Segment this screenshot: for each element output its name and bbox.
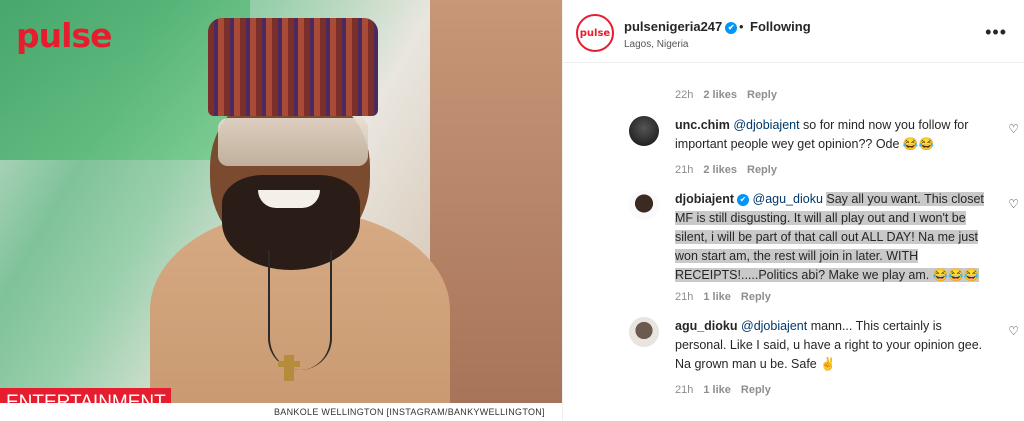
reply-button[interactable]: Reply xyxy=(747,164,777,176)
comment-username[interactable]: agu_dioku xyxy=(675,319,738,333)
verified-badge-icon: ✔ xyxy=(725,22,738,34)
category-label: ENTERTAINMENT xyxy=(0,388,171,403)
avatar[interactable] xyxy=(629,116,659,146)
comment-time: 21h xyxy=(675,291,694,303)
comment-likes[interactable]: 1 like xyxy=(703,384,731,396)
photo-caption: BANKOLE WELLINGTON [INSTAGRAM/BANKYWELLI… xyxy=(274,407,545,417)
mention-link[interactable]: @agu_dioku xyxy=(753,192,823,206)
post-header: pulse pulsenigeria247 ✔ • Following Lagos… xyxy=(563,0,1024,63)
reply-button[interactable]: Reply xyxy=(747,89,777,101)
comments-panel: pulse pulsenigeria247 ✔ • Following Lagos… xyxy=(562,0,1024,421)
more-options-icon[interactable]: ••• xyxy=(985,22,1007,43)
avatar[interactable] xyxy=(629,190,659,220)
sunglasses xyxy=(218,118,368,166)
comment-text: djobiajent ✔ @agu_dioku Say all you want.… xyxy=(675,190,995,285)
avatar[interactable] xyxy=(629,317,659,347)
heart-icon[interactable]: ♡ xyxy=(1008,122,1019,136)
heart-icon[interactable]: ♡ xyxy=(1008,324,1019,338)
necklace-chain xyxy=(268,250,332,370)
comment-meta: 21h 2 likes Reply xyxy=(675,164,777,176)
comment-meta: 21h 1 like Reply xyxy=(675,291,771,303)
comment-text: unc.chim @djobiajent so for mind now you… xyxy=(675,116,995,154)
heart-icon[interactable]: ♡ xyxy=(1008,197,1019,211)
username-text[interactable]: pulsenigeria247 xyxy=(624,19,722,34)
pulse-logo: pulse xyxy=(16,16,112,55)
account-username[interactable]: pulsenigeria247 ✔ xyxy=(624,19,738,34)
comment-meta: 22h 2 likes Reply xyxy=(675,89,777,101)
mention-link[interactable]: @djobiajent xyxy=(741,319,807,333)
person-cap xyxy=(208,18,378,116)
mention-link[interactable]: @djobiajent xyxy=(733,118,799,132)
avatar-text: pulse xyxy=(579,27,611,39)
comment-time: 21h xyxy=(675,164,694,176)
location-link[interactable]: Lagos, Nigeria xyxy=(624,39,688,50)
comment-likes[interactable]: 2 likes xyxy=(703,89,737,101)
comment-time: 21h xyxy=(675,384,694,396)
comment-likes[interactable]: 1 like xyxy=(703,291,731,303)
account-avatar[interactable]: pulse xyxy=(576,14,614,52)
comment-username[interactable]: djobiajent xyxy=(675,192,734,206)
comment-likes[interactable]: 2 likes xyxy=(703,164,737,176)
cross-pendant-icon xyxy=(278,355,300,381)
comment-time: 22h xyxy=(675,89,694,101)
verified-badge-icon: ✔ xyxy=(737,194,750,206)
person-smile xyxy=(258,190,320,208)
following-button[interactable]: Following xyxy=(750,19,811,34)
comment-meta: 21h 1 like Reply xyxy=(675,384,771,396)
reply-button[interactable]: Reply xyxy=(741,384,771,396)
comment-username[interactable]: unc.chim xyxy=(675,118,730,132)
post-image: pulse ENTERTAINMENT xyxy=(0,0,562,403)
separator-dot: • xyxy=(739,19,744,34)
comment-text: agu_dioku @djobiajent mann... This certa… xyxy=(675,317,995,374)
reply-button[interactable]: Reply xyxy=(741,291,771,303)
